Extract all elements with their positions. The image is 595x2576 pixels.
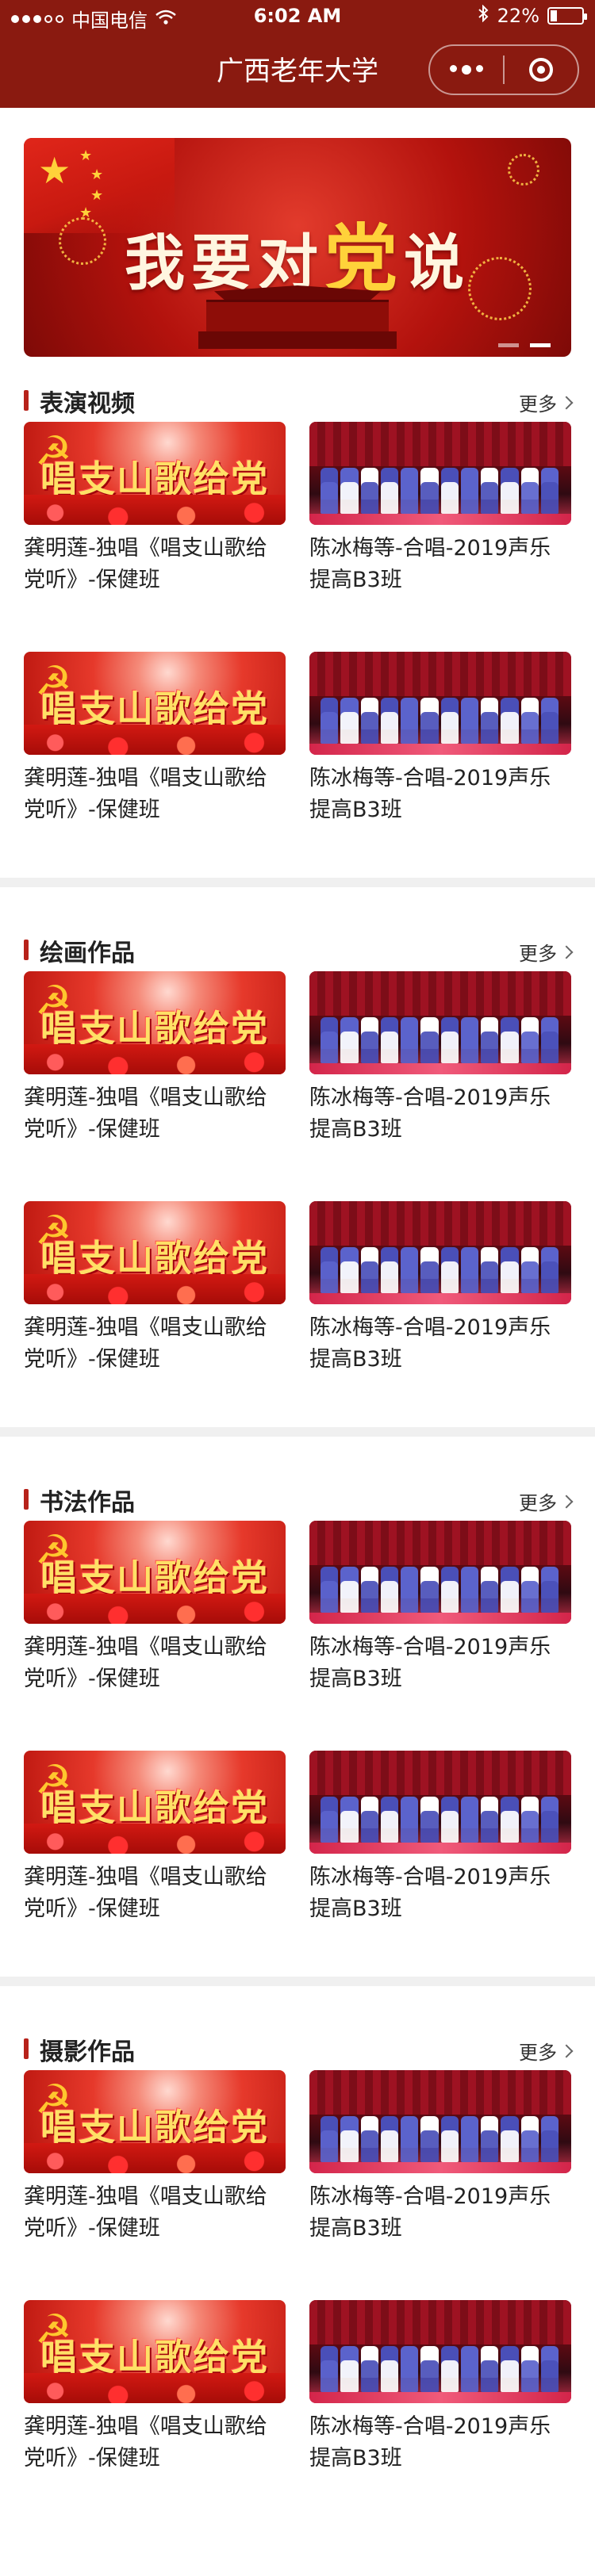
section-divider [0, 1427, 595, 1437]
section-title: 表演视频 [40, 390, 135, 418]
battery-icon [547, 7, 587, 25]
firework-decoration [508, 154, 539, 186]
more-link[interactable]: 更多 [519, 1487, 574, 1515]
more-dots-icon [450, 65, 483, 75]
more-link[interactable]: 更多 [519, 938, 574, 966]
song-poster-thumbnail: ☭ 唱支山歌给党听 [24, 2070, 286, 2173]
media-card[interactable]: 陈冰梅等-合唱-2019声乐提高B3班 [309, 2300, 571, 2475]
media-card[interactable]: 陈冰梅等-合唱-2019声乐提高B3班 [309, 971, 571, 1146]
card-caption: 龚明莲-独唱《唱支山歌给党听》-保健班 [24, 1635, 267, 1691]
star-icon: ★ [38, 149, 71, 192]
headline-suffix: 说 [404, 228, 470, 298]
chorus-photo-thumbnail [309, 971, 571, 1074]
section-header: 表演视频 更多 [24, 382, 574, 418]
section-accent-bar [24, 1489, 29, 1510]
card-caption: 陈冰梅等-合唱-2019声乐提高B3班 [309, 766, 551, 822]
small-star-icon: ★ [90, 167, 104, 183]
card-caption: 陈冰梅等-合唱-2019声乐提高B3班 [309, 2414, 551, 2471]
section-accent-bar [24, 390, 29, 411]
chorus-photo-thumbnail [309, 2300, 571, 2403]
card-caption: 龚明莲-独唱《唱支山歌给党听》-保健班 [24, 1315, 267, 1372]
chorus-photo-thumbnail [309, 422, 571, 525]
chorus-photo-thumbnail [309, 1201, 571, 1304]
section-divider [0, 878, 595, 887]
top-bar: 中国电信 6:02 AM 22% 广西老年大学 [0, 0, 595, 108]
more-label: 更多 [519, 2042, 557, 2064]
media-card[interactable]: 陈冰梅等-合唱-2019声乐提高B3班 [309, 2070, 571, 2245]
media-card[interactable]: 陈冰梅等-合唱-2019声乐提高B3班 [309, 1751, 571, 1925]
song-poster-thumbnail: ☭ 唱支山歌给党听 [24, 1521, 286, 1624]
card-caption: 龚明莲-独唱《唱支山歌给党听》-保健班 [24, 2184, 267, 2241]
bluetooth-icon [477, 4, 489, 27]
media-card[interactable]: ☭ 唱支山歌给党听 龚明莲-独唱《唱支山歌给党听》-保健班 [24, 1201, 286, 1376]
chorus-photo-thumbnail [309, 1521, 571, 1624]
chevron-right-icon [559, 396, 574, 409]
battery-percent: 22% [497, 5, 539, 27]
card-caption: 陈冰梅等-合唱-2019声乐提高B3班 [309, 1865, 551, 1921]
song-poster-thumbnail: ☭ 唱支山歌给党听 [24, 1201, 286, 1304]
card-caption: 龚明莲-独唱《唱支山歌给党听》-保健班 [24, 1865, 267, 1921]
song-poster-thumbnail: ☭ 唱支山歌给党听 [24, 2300, 286, 2403]
chorus-photo-thumbnail [309, 652, 571, 755]
target-icon [529, 58, 553, 82]
more-menu-button[interactable] [430, 46, 503, 94]
section-title: 书法作品 [40, 1489, 135, 1517]
section-title: 绘画作品 [40, 940, 135, 967]
more-label: 更多 [519, 393, 557, 415]
close-mini-program-button[interactable] [505, 46, 578, 94]
song-poster-thumbnail: ☭ 唱支山歌给党听 [24, 422, 286, 525]
media-card[interactable]: ☭ 唱支山歌给党听 龚明莲-独唱《唱支山歌给党听》-保健班 [24, 422, 286, 596]
pagination-dot [498, 343, 519, 347]
song-poster-thumbnail: ☭ 唱支山歌给党听 [24, 1751, 286, 1854]
card-caption: 龚明莲-独唱《唱支山歌给党听》-保健班 [24, 766, 267, 822]
media-card[interactable]: ☭ 唱支山歌给党听 龚明莲-独唱《唱支山歌给党听》-保健班 [24, 971, 286, 1146]
section-header: 绘画作品 更多 [24, 932, 574, 967]
song-poster-thumbnail: ☭ 唱支山歌给党听 [24, 652, 286, 755]
media-card[interactable]: ☭ 唱支山歌给党听 龚明莲-独唱《唱支山歌给党听》-保健班 [24, 2300, 286, 2475]
chorus-photo-thumbnail [309, 2070, 571, 2173]
chevron-right-icon [559, 2044, 574, 2057]
card-caption: 龚明莲-独唱《唱支山歌给党听》-保健班 [24, 536, 267, 592]
section-divider [0, 1977, 595, 1986]
card-caption: 陈冰梅等-合唱-2019声乐提高B3班 [309, 1315, 551, 1372]
small-star-icon: ★ [79, 147, 93, 164]
hero-banner[interactable]: ★ ★ ★ ★ ★ 我要对党说 [24, 138, 571, 357]
media-card[interactable]: 陈冰梅等-合唱-2019声乐提高B3班 [309, 422, 571, 596]
mini-program-capsule [428, 44, 579, 95]
more-link[interactable]: 更多 [519, 389, 574, 416]
card-caption: 陈冰梅等-合唱-2019声乐提高B3班 [309, 1085, 551, 1142]
card-caption: 陈冰梅等-合唱-2019声乐提高B3班 [309, 1635, 551, 1691]
pagination-dot-active [530, 343, 551, 347]
section-accent-bar [24, 940, 29, 960]
chevron-right-icon [559, 945, 574, 959]
media-card[interactable]: ☭ 唱支山歌给党听 龚明莲-独唱《唱支山歌给党听》-保健班 [24, 1521, 286, 1695]
section-header: 书法作品 更多 [24, 1481, 574, 1517]
card-caption: 龚明莲-独唱《唱支山歌给党听》-保健班 [24, 2414, 267, 2471]
more-link[interactable]: 更多 [519, 2037, 574, 2065]
media-card[interactable]: 陈冰梅等-合唱-2019声乐提高B3班 [309, 652, 571, 826]
card-caption: 陈冰梅等-合唱-2019声乐提高B3班 [309, 2184, 551, 2241]
card-caption: 陈冰梅等-合唱-2019声乐提高B3班 [309, 536, 551, 592]
section-header: 摄影作品 更多 [24, 2031, 574, 2066]
title-bar: 广西老年大学 [0, 32, 595, 108]
section-accent-bar [24, 2038, 29, 2059]
song-poster-thumbnail: ☭ 唱支山歌给党听 [24, 971, 286, 1074]
media-card[interactable]: ☭ 唱支山歌给党听 龚明莲-独唱《唱支山歌给党听》-保健班 [24, 2070, 286, 2245]
more-label: 更多 [519, 943, 557, 965]
status-bar: 中国电信 6:02 AM 22% [0, 0, 595, 32]
media-card[interactable]: 陈冰梅等-合唱-2019声乐提高B3班 [309, 1521, 571, 1695]
media-card[interactable]: ☭ 唱支山歌给党听 龚明莲-独唱《唱支山歌给党听》-保健班 [24, 1751, 286, 1925]
tiananmen-illustration [198, 285, 397, 349]
banner-pagination [498, 343, 551, 347]
chevron-right-icon [559, 1495, 574, 1508]
media-card[interactable]: 陈冰梅等-合唱-2019声乐提高B3班 [309, 1201, 571, 1376]
card-caption: 龚明莲-独唱《唱支山歌给党听》-保健班 [24, 1085, 267, 1142]
media-card[interactable]: ☭ 唱支山歌给党听 龚明莲-独唱《唱支山歌给党听》-保健班 [24, 652, 286, 826]
more-label: 更多 [519, 1492, 557, 1514]
section-title: 摄影作品 [40, 2038, 135, 2066]
chorus-photo-thumbnail [309, 1751, 571, 1854]
